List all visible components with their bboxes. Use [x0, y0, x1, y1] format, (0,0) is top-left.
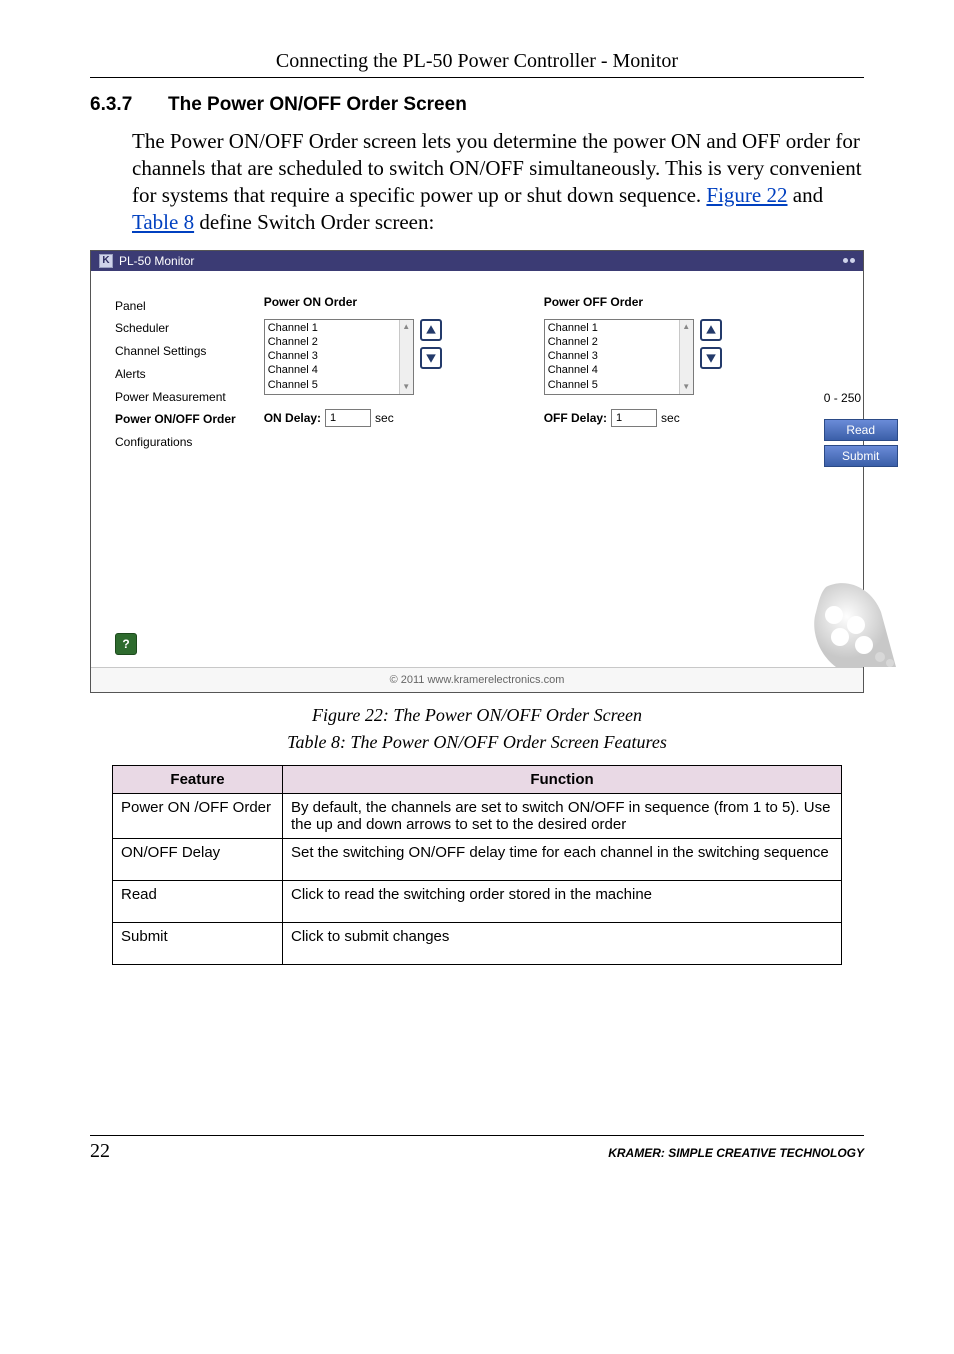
triangle-up-icon — [705, 324, 717, 336]
footer-brand-tag: KRAMER: Simple Creative Technology — [608, 1146, 864, 1160]
help-button[interactable]: ? — [115, 633, 137, 655]
off-delay-input[interactable] — [611, 409, 657, 427]
sidebar-item-power-on-off-order[interactable]: Power ON/OFF Order — [115, 408, 236, 431]
intro-text-2: and — [788, 183, 824, 207]
feature-table: Feature Function Power ON /OFF Order By … — [112, 765, 842, 965]
triangle-down-icon — [705, 352, 717, 364]
app-title: PL-50 Monitor — [119, 254, 194, 268]
power-off-order-title: Power OFF Order — [544, 295, 774, 309]
on-delay-label: ON Delay: — [264, 411, 321, 425]
power-off-order-listbox[interactable]: Channel 1 Channel 2 Channel 3 Channel 4 … — [544, 319, 694, 395]
section-heading: 6.3.7The Power ON/OFF Order Screen — [90, 94, 864, 116]
list-item[interactable]: Channel 1 — [268, 321, 396, 335]
on-delay-unit: sec — [375, 411, 394, 425]
page-number: 22 — [90, 1140, 110, 1163]
scroll-down-icon[interactable]: ▼ — [680, 380, 693, 394]
table-cell: Power ON /OFF Order — [113, 793, 283, 838]
move-down-button[interactable] — [420, 347, 442, 369]
sidebar-item-panel[interactable]: Panel — [115, 295, 236, 318]
list-item[interactable]: Channel 5 — [548, 378, 676, 392]
read-button[interactable]: Read — [824, 419, 898, 441]
on-delay-input[interactable] — [325, 409, 371, 427]
figure-caption: Figure 22: The Power ON/OFF Order Screen — [90, 705, 864, 726]
sidebar-item-configurations[interactable]: Configurations — [115, 431, 236, 454]
list-item[interactable]: Channel 4 — [268, 363, 396, 377]
scroll-up-icon[interactable]: ▲ — [400, 320, 413, 334]
power-off-order-group: Power OFF Order Channel 1 Channel 2 Chan… — [544, 295, 774, 467]
sidebar-item-alerts[interactable]: Alerts — [115, 363, 236, 386]
scroll-down-icon[interactable]: ▼ — [400, 380, 413, 394]
scrollbar[interactable]: ▲ ▼ — [679, 320, 693, 394]
app-window: K PL-50 Monitor Panel Scheduler Channel … — [90, 250, 864, 693]
scrollbar[interactable]: ▲ ▼ — [399, 320, 413, 394]
list-item[interactable]: Channel 3 — [268, 349, 396, 363]
table-cell: ON/OFF Delay — [113, 838, 283, 880]
main-area: Power ON Order Channel 1 Channel 2 Chann… — [254, 289, 908, 667]
app-titlebar: K PL-50 Monitor — [91, 251, 863, 271]
table-cell: By default, the channels are set to swit… — [283, 793, 842, 838]
sidebar-item-channel-settings[interactable]: Channel Settings — [115, 340, 236, 363]
table-cell: Read — [113, 880, 283, 922]
power-on-order-group: Power ON Order Channel 1 Channel 2 Chann… — [264, 295, 494, 467]
sidebar-item-scheduler[interactable]: Scheduler — [115, 317, 236, 340]
sidebar-item-power-measurement[interactable]: Power Measurement — [115, 386, 236, 409]
submit-button[interactable]: Submit — [824, 445, 898, 467]
list-item[interactable]: Channel 5 — [268, 378, 396, 392]
table-cell: Click to submit changes — [283, 922, 842, 964]
section-title: The Power ON/OFF Order Screen — [168, 94, 467, 115]
table-row: ON/OFF Delay Set the switching ON/OFF de… — [113, 838, 842, 880]
page-footer: 22 KRAMER: Simple Creative Technology — [90, 1135, 864, 1163]
list-item[interactable]: Channel 1 — [548, 321, 676, 335]
app-footer: © 2011 www.kramerelectronics.com — [91, 667, 863, 692]
off-delay-unit: sec — [661, 411, 680, 425]
table-row: Read Click to read the switching order s… — [113, 880, 842, 922]
scroll-up-icon[interactable]: ▲ — [680, 320, 693, 334]
table-header-function: Function — [283, 765, 842, 793]
table-cell: Click to read the switching order stored… — [283, 880, 842, 922]
delay-range-text: 0 - 250 — [824, 391, 898, 405]
list-item[interactable]: Channel 4 — [548, 363, 676, 377]
intro-text-3: define Switch Order screen: — [194, 210, 434, 234]
section-number: 6.3.7 — [90, 94, 168, 116]
running-header: Connecting the PL-50 Power Controller - … — [90, 50, 864, 78]
table-caption: Table 8: The Power ON/OFF Order Screen F… — [90, 732, 864, 753]
sidebar: Panel Scheduler Channel Settings Alerts … — [105, 289, 236, 667]
app-logo-icon: K — [99, 254, 113, 268]
list-item[interactable]: Channel 2 — [268, 335, 396, 349]
power-on-order-listbox[interactable]: Channel 1 Channel 2 Channel 3 Channel 4 … — [264, 319, 414, 395]
table-cell: Set the switching ON/OFF delay time for … — [283, 838, 842, 880]
table-header-feature: Feature — [113, 765, 283, 793]
triangle-up-icon — [425, 324, 437, 336]
decorative-corner-icon — [786, 567, 896, 667]
move-up-button[interactable] — [700, 319, 722, 341]
move-down-button[interactable] — [700, 347, 722, 369]
move-up-button[interactable] — [420, 319, 442, 341]
off-delay-label: OFF Delay: — [544, 411, 607, 425]
table-cell: Submit — [113, 922, 283, 964]
power-on-order-title: Power ON Order — [264, 295, 494, 309]
table-8-link[interactable]: Table 8 — [132, 210, 194, 234]
list-item[interactable]: Channel 2 — [548, 335, 676, 349]
intro-paragraph: The Power ON/OFF Order screen lets you d… — [132, 128, 864, 236]
list-item[interactable]: Channel 3 — [548, 349, 676, 363]
table-row: Submit Click to submit changes — [113, 922, 842, 964]
figure-22-link[interactable]: Figure 22 — [706, 183, 787, 207]
table-row: Power ON /OFF Order By default, the chan… — [113, 793, 842, 838]
titlebar-indicator-icon — [843, 258, 855, 263]
triangle-down-icon — [425, 352, 437, 364]
